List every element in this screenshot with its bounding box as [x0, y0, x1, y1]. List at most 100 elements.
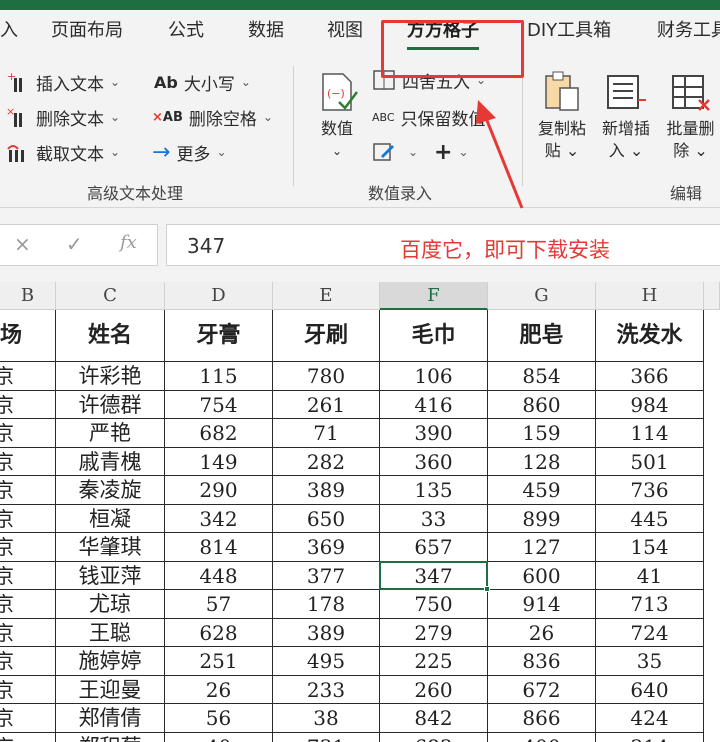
table-cell[interactable]: 314 — [596, 732, 704, 742]
table-cell[interactable]: 159 — [488, 419, 596, 448]
table-cell[interactable]: 149 — [165, 447, 273, 476]
column-header-d[interactable]: D — [165, 282, 273, 310]
edit-options-button[interactable]: ⌄ — [372, 138, 418, 166]
table-cell[interactable]: 650 — [273, 504, 380, 533]
table-header-cell[interactable]: 肥皂 — [488, 310, 596, 362]
tab-fangfangezi[interactable]: 方方格子 — [407, 10, 479, 56]
table-cell[interactable]: 347 — [380, 561, 488, 590]
table-cell[interactable]: 842 — [380, 704, 488, 733]
table-cell[interactable]: 桓凝 — [56, 504, 165, 533]
table-cell[interactable]: 郑倩倩 — [56, 704, 165, 733]
table-cell[interactable]: 京 — [0, 533, 56, 562]
round-button[interactable]: 四舍五入 ⌄ — [372, 66, 486, 94]
column-header-e[interactable]: E — [273, 282, 380, 310]
confirm-icon[interactable]: ✓ — [66, 232, 83, 256]
table-cell[interactable]: 京 — [0, 419, 56, 448]
add-button[interactable]: + ⌄ — [434, 138, 469, 166]
table-cell[interactable]: 127 — [488, 533, 596, 562]
table-cell[interactable]: 400 — [488, 732, 596, 742]
insert-text-button[interactable]: + 插入文本 ⌄ — [6, 68, 120, 96]
table-cell[interactable]: 京 — [0, 561, 56, 590]
table-cell[interactable]: 424 — [596, 704, 704, 733]
table-cell[interactable]: 115 — [165, 362, 273, 391]
table-cell[interactable]: 459 — [488, 476, 596, 505]
tab-page-layout[interactable]: 页面布局 — [51, 10, 123, 56]
table-cell[interactable]: 854 — [488, 362, 596, 391]
table-cell[interactable]: 41 — [596, 561, 704, 590]
table-header-cell[interactable]: 牙刷 — [273, 310, 380, 362]
table-cell[interactable]: 华肇琪 — [56, 533, 165, 562]
table-cell[interactable]: 984 — [596, 390, 704, 419]
table-cell[interactable]: 390 — [380, 419, 488, 448]
add-insert-button[interactable]: 新增插 入 ⌄ — [597, 70, 655, 162]
batch-delete-button[interactable]: 批量删 除 ⌄ — [661, 70, 720, 162]
table-cell[interactable]: 秦凌旋 — [56, 476, 165, 505]
table-cell[interactable]: 106 — [380, 362, 488, 391]
table-cell[interactable]: 王聪 — [56, 618, 165, 647]
table-cell[interactable]: 许彩艳 — [56, 362, 165, 391]
table-cell[interactable]: 866 — [488, 704, 596, 733]
table-cell[interactable]: 京 — [0, 362, 56, 391]
table-cell[interactable]: 戚青槐 — [56, 447, 165, 476]
table-cell[interactable]: 251 — [165, 647, 273, 676]
table-cell[interactable]: 754 — [165, 390, 273, 419]
table-cell[interactable]: 71 — [273, 419, 380, 448]
extract-text-button[interactable]: 截取文本 ⌄ — [6, 138, 120, 166]
table-cell[interactable]: 33 — [380, 504, 488, 533]
table-cell[interactable]: 914 — [488, 590, 596, 619]
column-header-c[interactable]: C — [56, 282, 165, 310]
table-cell[interactable]: 郑积莓 — [56, 732, 165, 742]
table-header-cell[interactable]: 场 — [0, 310, 56, 362]
table-cell[interactable]: 京 — [0, 476, 56, 505]
table-cell[interactable]: 京 — [0, 732, 56, 742]
table-cell[interactable]: 128 — [488, 447, 596, 476]
table-cell[interactable]: 600 — [488, 561, 596, 590]
table-cell[interactable]: 377 — [273, 561, 380, 590]
table-cell[interactable]: 许德群 — [56, 390, 165, 419]
keep-numbers-button[interactable]: ABC 只保留数值 — [372, 103, 486, 131]
table-cell[interactable]: 施婷婷 — [56, 647, 165, 676]
table-header-cell[interactable]: 毛巾 — [380, 310, 488, 362]
table-cell[interactable]: 京 — [0, 618, 56, 647]
table-cell[interactable]: 683 — [380, 732, 488, 742]
table-cell[interactable]: 389 — [273, 618, 380, 647]
table-cell[interactable]: 56 — [165, 704, 273, 733]
formula-input[interactable]: 347 百度它，即可下载安装 — [166, 224, 720, 266]
cancel-icon[interactable]: × — [14, 232, 31, 256]
table-cell[interactable]: 260 — [380, 675, 488, 704]
table-cell[interactable]: 657 — [380, 533, 488, 562]
column-header-h[interactable]: H — [596, 282, 704, 310]
column-header-f[interactable]: F — [380, 282, 488, 310]
value-button[interactable]: (−) 数值 ⌄ — [312, 70, 362, 162]
table-cell[interactable]: 178 — [273, 590, 380, 619]
table-cell[interactable]: 389 — [273, 476, 380, 505]
table-header-cell[interactable]: 牙膏 — [165, 310, 273, 362]
tab-view[interactable]: 视图 — [327, 10, 363, 56]
table-cell[interactable]: 724 — [596, 618, 704, 647]
table-cell[interactable]: 731 — [273, 732, 380, 742]
table-cell[interactable]: 279 — [380, 618, 488, 647]
table-cell[interactable]: 369 — [273, 533, 380, 562]
table-cell[interactable]: 445 — [596, 504, 704, 533]
table-cell[interactable]: 640 — [596, 675, 704, 704]
table-cell[interactable]: 713 — [596, 590, 704, 619]
table-cell[interactable]: 366 — [596, 362, 704, 391]
column-header-b[interactable]: B — [0, 282, 56, 310]
remove-space-button[interactable]: ×AB 删除空格 ⌄ — [152, 103, 273, 131]
table-cell[interactable]: 682 — [165, 419, 273, 448]
tab-formulas[interactable]: 公式 — [168, 10, 204, 56]
table-cell[interactable]: 35 — [596, 647, 704, 676]
table-cell[interactable]: 26 — [165, 675, 273, 704]
table-cell[interactable]: 860 — [488, 390, 596, 419]
table-cell[interactable]: 416 — [380, 390, 488, 419]
table-header-cell[interactable]: 洗发水 — [596, 310, 704, 362]
table-cell[interactable]: 严艳 — [56, 419, 165, 448]
table-cell[interactable]: 京 — [0, 675, 56, 704]
table-cell[interactable]: 360 — [380, 447, 488, 476]
tab-insert[interactable]: 入 — [0, 10, 18, 56]
table-cell[interactable]: 501 — [596, 447, 704, 476]
table-cell[interactable]: 780 — [273, 362, 380, 391]
copy-paste-button[interactable]: 复制粘 贴 ⌄ — [534, 70, 590, 162]
delete-text-button[interactable]: × 删除文本 ⌄ — [6, 103, 120, 131]
table-cell[interactable]: 钱亚萍 — [56, 561, 165, 590]
